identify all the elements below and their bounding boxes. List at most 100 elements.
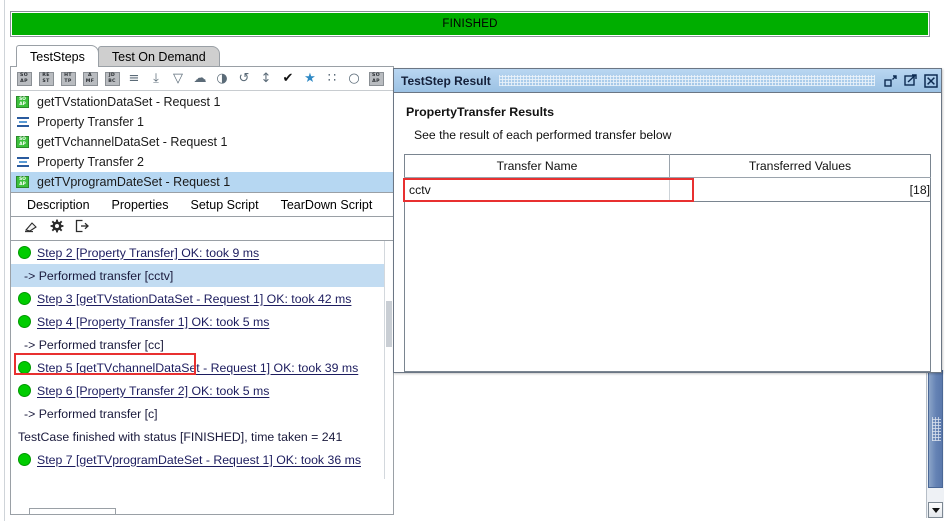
rest-request-icon[interactable]: REST (35, 68, 57, 89)
properties-icon-glyph: ≡ (129, 71, 140, 86)
log-row-text: TestCase finished with status [FINISHED]… (18, 430, 342, 444)
pane-body: SOAPRESTHTTPAMFJDBC≡⤓▽☁◑↺↕✔★∷○SOAP SOAPg… (10, 66, 394, 515)
dialog-titlebar[interactable]: TestStep Result (394, 69, 941, 93)
log-toolbar (11, 217, 393, 241)
column-transfer-name: Transfer Name (405, 155, 670, 178)
soap-mock-icon[interactable]: SOAP (365, 68, 387, 89)
test-status-bar: FINISHED (10, 11, 930, 37)
properties-icon[interactable]: ≡ (123, 68, 145, 89)
groovy-script-icon[interactable]: ▽ (167, 68, 189, 89)
soap-request-icon-glyph: SOAP (17, 72, 32, 86)
run-testcase-icon[interactable]: ↺ (233, 68, 255, 89)
teststeps-tree: SOAPgetTVstationDataSet - Request 1 Prope… (11, 91, 393, 192)
status-ok-icon (18, 384, 31, 397)
soap-mock-icon-glyph: SOAP (369, 72, 384, 86)
http-request-icon[interactable]: HTTP (57, 68, 79, 89)
log-row[interactable]: Step 5 [getTVchannelDataSet - Request 1]… (11, 356, 393, 379)
property-transfer-icon (16, 156, 34, 168)
soap-request-icon: SOAP (16, 136, 34, 148)
delay-step-icon[interactable]: ☁ (189, 68, 211, 89)
log-row[interactable]: TestCase finished with status [FINISHED]… (11, 425, 393, 448)
property-transfer-icon[interactable]: ⤓ (145, 68, 167, 89)
tree-item-label: getTVprogramDateSet - Request 1 (34, 175, 230, 189)
clock-icon[interactable]: ○ (343, 68, 365, 89)
tab-properties[interactable]: Properties (112, 198, 169, 212)
assertion-icon-glyph: ✔ (283, 71, 294, 86)
log-row[interactable]: Step 2 [Property Transfer] OK: took 9 ms (11, 241, 393, 264)
dialog-body: PropertyTransfer Results See the result … (394, 93, 941, 372)
log-row-text: Step 2 [Property Transfer] OK: took 9 ms (37, 246, 259, 260)
log-row-text: Step 3 [getTVstationDataSet - Request 1]… (37, 292, 351, 306)
tree-item-label: Property Transfer 2 (34, 155, 144, 169)
tree-item[interactable]: SOAPgetTVprogramDateSet - Request 1 (11, 172, 393, 192)
datasource-icon[interactable]: ↕ (255, 68, 277, 89)
scrollbar-thumb[interactable] (928, 370, 943, 488)
clear-log-icon[interactable] (24, 219, 39, 238)
jdbc-request-icon[interactable]: JDBC (101, 68, 123, 89)
log-row[interactable]: Step 7 [getTVprogramDateSet - Request 1]… (11, 448, 393, 471)
test-log[interactable]: Step 2 [Property Transfer] OK: took 9 ms… (11, 241, 393, 479)
status-ok-icon (18, 315, 31, 328)
status-label: FINISHED (442, 18, 497, 30)
rest-request-icon-glyph: REST (39, 72, 54, 86)
log-row-indent (18, 339, 22, 350)
delay-step-icon-glyph: ☁ (194, 71, 207, 86)
log-scrollbar-thumb[interactable] (386, 301, 392, 347)
log-settings-gear-icon[interactable] (50, 219, 64, 238)
window-vertical-scrollbar[interactable] (926, 370, 944, 518)
conditional-goto-icon[interactable]: ◑ (211, 68, 233, 89)
tree-item[interactable]: Property Transfer 2 (11, 152, 393, 172)
log-row[interactable]: -> Performed transfer [c] (11, 402, 393, 425)
jdbc-request-icon-glyph: JDBC (105, 72, 120, 86)
export-log-icon[interactable] (75, 219, 89, 238)
status-progress-fill: FINISHED (12, 13, 928, 35)
tab-description[interactable]: Description (27, 198, 90, 212)
soap-request-icon: SOAP (16, 96, 34, 108)
run-testcase-icon-glyph: ↺ (239, 71, 250, 86)
app-window: FINISHED TestSteps Test On Demand SOAP RE… (0, 0, 950, 521)
log-row[interactable]: Step 6 [Property Transfer 2] OK: took 5 … (11, 379, 393, 402)
datasource-icon-glyph: ↕ (261, 71, 272, 86)
transfer-results-table: Transfer Name Transferred Values cctv[18… (404, 154, 931, 202)
log-row[interactable]: Step 3 [getTVstationDataSet - Request 1]… (11, 287, 393, 310)
dialog-title: TestStep Result (401, 74, 491, 88)
log-row-text: -> Performed transfer [cc] (24, 338, 164, 352)
table-header-row: Transfer Name Transferred Values (405, 155, 931, 178)
grid-icon[interactable]: ∷ (321, 68, 343, 89)
assertion-icon[interactable]: ✔ (277, 68, 299, 89)
log-row[interactable]: Step 4 [Property Transfer 1] OK: took 5 … (11, 310, 393, 333)
column-transferred-values: Transferred Values (670, 155, 931, 178)
table-row[interactable]: cctv[18] (405, 178, 931, 202)
amf-request-icon[interactable]: AMF (79, 68, 101, 89)
tree-item[interactable]: SOAPgetTVchannelDataSet - Request 1 (11, 132, 393, 152)
log-row[interactable]: -> Performed transfer [cctv] (11, 264, 393, 287)
tree-item[interactable]: Property Transfer 1 (11, 112, 393, 132)
groovy-script-icon-glyph: ▽ (173, 71, 183, 86)
scroll-down-button[interactable] (928, 502, 943, 518)
property-transfer-icon-glyph: ⤓ (153, 71, 159, 86)
status-ok-icon (18, 292, 31, 305)
restore-button[interactable] (883, 73, 898, 88)
tree-item[interactable]: SOAPgetTVstationDataSet - Request 1 (11, 92, 393, 112)
tab-teardown-script[interactable]: TearDown Script (281, 198, 373, 212)
tab-teststeps-label: TestSteps (30, 50, 85, 64)
log-row[interactable]: -> Performed transfer [cc] (11, 333, 393, 356)
log-row-text: Step 7 [getTVprogramDateSet - Request 1]… (37, 453, 361, 467)
favorite-star-icon-glyph: ★ (304, 71, 316, 86)
tree-item-label: Property Transfer 1 (34, 115, 144, 129)
dialog-window-buttons (883, 73, 938, 88)
log-row-text: -> Performed transfer [cctv] (24, 269, 173, 283)
table-empty-space (404, 202, 931, 372)
log-row-text: Step 4 [Property Transfer 1] OK: took 5 … (37, 315, 269, 329)
maximize-button[interactable] (903, 73, 918, 88)
log-row-indent (18, 408, 22, 419)
close-button[interactable] (923, 73, 938, 88)
favorite-star-icon[interactable]: ★ (299, 68, 321, 89)
teststeps-toolbar: SOAP RESTHTTPAMF JDBC ≡ ⤓ ▽ ☁ ◑ ↺ ↕ ✔ ★ ∷○ SOAP (11, 67, 393, 91)
status-ok-icon (18, 246, 31, 259)
log-scrollbar[interactable] (384, 241, 393, 479)
tab-teststeps[interactable]: TestSteps (16, 45, 99, 67)
tab-setup-script[interactable]: Setup Script (191, 198, 259, 212)
soap-request-icon[interactable]: SOAP (13, 68, 35, 89)
tab-test-on-demand[interactable]: Test On Demand (98, 46, 220, 67)
